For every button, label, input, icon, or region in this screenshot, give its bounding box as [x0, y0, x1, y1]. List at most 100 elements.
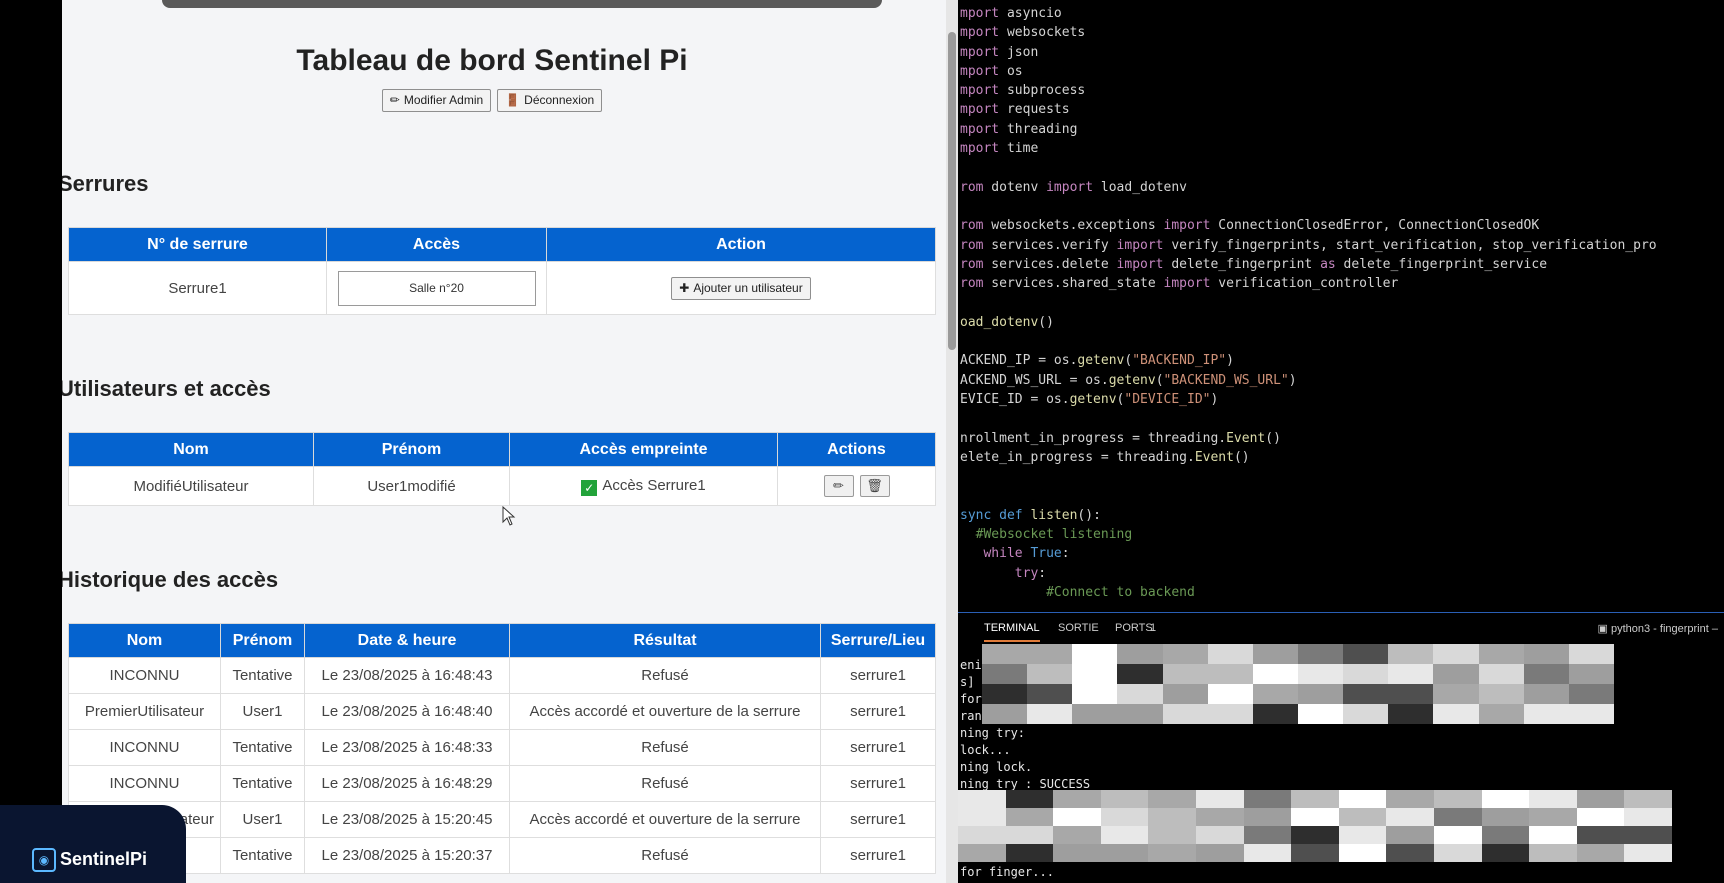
access-field[interactable]: Salle n°20 — [337, 270, 536, 306]
redaction-pixel — [1433, 790, 1482, 808]
terminal-selector[interactable]: ▣ python3 - fingerprint – — [1598, 622, 1718, 635]
history-header-row: Nom Prénom Date & heure Résultat Serrure… — [68, 623, 936, 658]
redaction-pixel — [1291, 826, 1339, 844]
redaction-pixel — [1072, 684, 1118, 704]
redaction-pixel — [1005, 844, 1054, 862]
redaction-pixel — [1252, 664, 1298, 684]
user-prenom: User1modifié — [313, 466, 510, 506]
redaction-pixel — [1291, 844, 1339, 862]
code-line: nrollment_in_progress = threading.Event(… — [960, 430, 1281, 446]
redaction-pixel — [1195, 844, 1244, 862]
redaction-pixel — [1568, 704, 1614, 724]
code-line: rom services.delete import delete_finger… — [960, 256, 1548, 272]
history-result: Accès accordé et ouverture de la serrure — [509, 693, 821, 730]
redaction-pixel — [1433, 826, 1482, 844]
history-prenom: User1 — [220, 801, 305, 838]
redaction-pixel — [1243, 790, 1292, 808]
history-lock: serrure1 — [820, 729, 936, 766]
terminal-name: python3 - fingerprint — [1610, 623, 1709, 635]
redaction-pixel — [1338, 844, 1387, 862]
terminal-icon: ▣ — [1597, 623, 1611, 635]
terminal-output[interactable]: eni s] for ran ning try: lock... ning lo… — [958, 644, 1724, 883]
redaction-pixel — [1162, 704, 1208, 724]
redaction-pixel — [1523, 664, 1569, 684]
redaction-pixel — [1386, 844, 1434, 862]
code-editor[interactable]: mport asyncio mport websockets mport json m… — [958, 0, 1724, 610]
tab-output[interactable]: SORTIE — [1058, 622, 1099, 634]
redaction-pixel — [1297, 644, 1344, 664]
redaction-pixel — [1148, 826, 1196, 844]
locks-header-row: N° de serrure Accès Action — [68, 227, 936, 262]
history-heading: Historique des accès — [62, 567, 279, 592]
redaction-pixel — [1388, 684, 1434, 704]
redaction-pixel — [1624, 790, 1672, 808]
code-line: ACKEND_IP = os.getenv("BACKEND_IP") — [960, 353, 1234, 369]
redaction-pixel — [1053, 844, 1101, 862]
history-datetime: Le 23/08/2025 à 16:48:43 — [304, 657, 510, 694]
add-user-button[interactable]: ✚ Ajouter un utilisateur — [671, 276, 811, 300]
terminal-line: ning try: — [960, 726, 1026, 740]
redaction-pixel — [1388, 704, 1434, 724]
redaction-pixel — [1117, 664, 1163, 684]
terminal-line: eni — [960, 658, 982, 672]
scrollbar-thumb[interactable] — [948, 32, 956, 350]
history-datetime: Le 23/08/2025 à 15:20:37 — [304, 837, 510, 874]
pencil-icon: ✏ — [389, 93, 400, 107]
code-line: mport threading — [960, 121, 1078, 137]
redaction-pixel — [1433, 664, 1479, 684]
page-title: Tableau de bord Sentinel Pi — [296, 44, 688, 77]
edit-user-button[interactable]: ✏ — [823, 475, 854, 497]
code-line: mport os — [960, 63, 1023, 79]
redaction-pixel — [1162, 644, 1208, 664]
logout-button[interactable]: 🚪 Déconnexion — [497, 89, 603, 112]
redaction-pixel — [1005, 826, 1054, 844]
redaction-pixel — [1252, 644, 1298, 664]
redaction-pixel — [1297, 704, 1344, 724]
redaction-pixel — [1523, 704, 1569, 724]
code-line: rom services.verify import verify_finger… — [960, 237, 1657, 253]
redaction-pixel — [1195, 790, 1244, 808]
redaction-pixel — [1072, 664, 1118, 684]
history-result: Refusé — [509, 765, 821, 802]
col-prenom: Prénom — [313, 432, 510, 467]
history-result: Accès accordé et ouverture de la serrure — [509, 801, 821, 838]
user-actions: ✏ 🗑 — [777, 466, 936, 506]
terminal-line: ning try : SUCCESS — [960, 777, 1091, 791]
code-line: #Connect to backend — [960, 584, 1195, 600]
add-user-label: Ajouter un utilisateur — [693, 280, 803, 295]
code-line: mport json — [960, 44, 1039, 60]
redaction-pixel — [1005, 808, 1054, 826]
delete-user-button[interactable]: 🗑 — [859, 475, 890, 497]
redaction-pixel — [1338, 826, 1387, 844]
edit-admin-button[interactable]: ✏ Modifier Admin — [381, 89, 492, 112]
history-result: Refusé — [509, 657, 821, 694]
table-row: INCONNU Tentative Le 23/08/2025 à 16:48:29… — [68, 765, 936, 802]
code-line: mport websockets — [960, 25, 1086, 41]
history-lock: serrure1 — [820, 801, 936, 838]
code-line: ACKEND_WS_URL = os.getenv("BACKEND_WS_UR… — [960, 372, 1297, 388]
plus-icon: ✚ — [679, 280, 690, 295]
redaction-pixel — [1343, 704, 1389, 724]
redaction-pixel — [1386, 790, 1434, 808]
redaction-pixel — [1568, 644, 1614, 664]
col-nom: Nom — [68, 623, 221, 658]
history-prenom: Tentative — [220, 657, 305, 694]
redaction-pixel — [1338, 790, 1387, 808]
page-scrollbar[interactable] — [946, 0, 958, 883]
table-row: Tentative Le 23/08/2025 à 15:20:37 Refusé s… — [68, 837, 936, 874]
tab-terminal[interactable]: TERMINAL — [984, 622, 1040, 642]
locks-heading: Serrures — [62, 171, 149, 196]
redaction-pixel — [1433, 644, 1479, 664]
history-datetime: Le 23/08/2025 à 16:48:29 — [304, 765, 510, 802]
redaction-pixel — [1529, 826, 1577, 844]
redaction-pixel — [1338, 808, 1387, 826]
tab-ports[interactable]: PORTS — [1115, 622, 1153, 634]
redaction-pixel — [1576, 826, 1625, 844]
history-datetime: Le 23/08/2025 à 15:20:45 — [304, 801, 510, 838]
redaction-pixel — [1523, 684, 1569, 704]
table-row: INCONNU Tentative Le 23/08/2025 à 16:48:43… — [68, 657, 936, 694]
